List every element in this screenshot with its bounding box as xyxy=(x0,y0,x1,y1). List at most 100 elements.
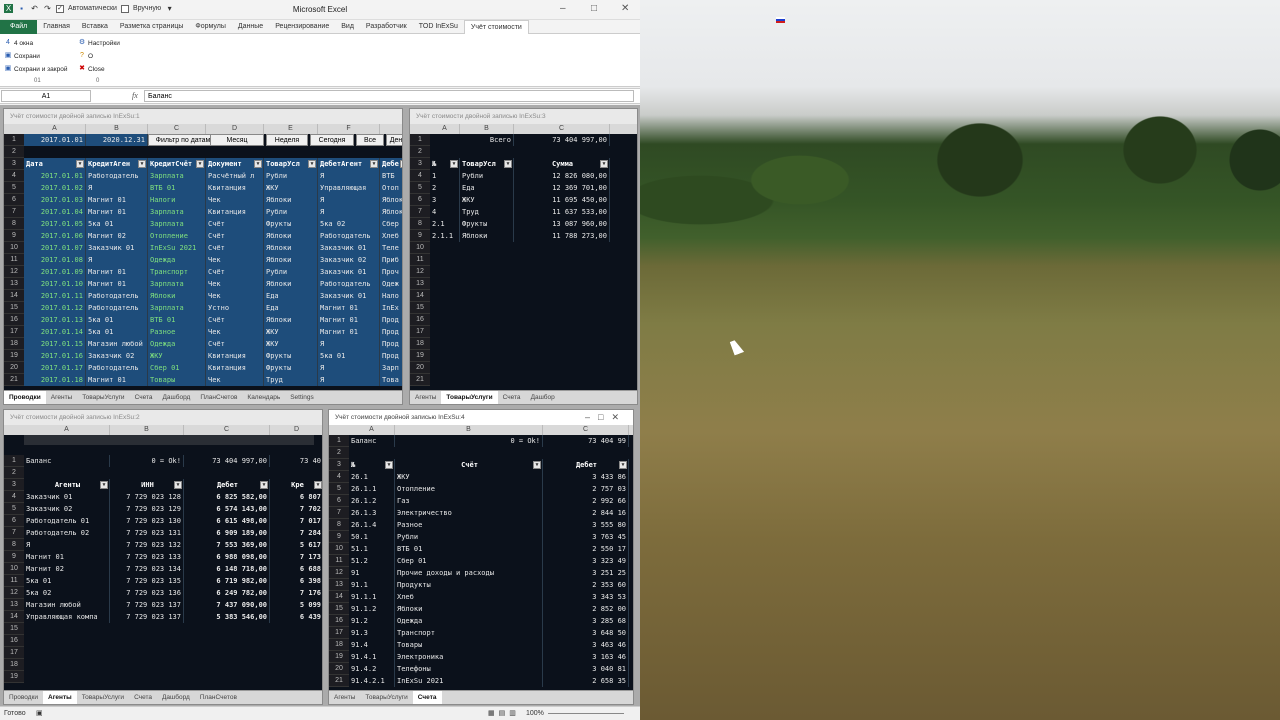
filter-dropdown-icon[interactable]: ▼ xyxy=(370,160,378,168)
zoom-slider[interactable] xyxy=(548,713,624,714)
table-cell[interactable]: 12 826 080,00 xyxy=(514,170,610,182)
window-2-title[interactable]: Учёт стоимости двойной записью InExSu:2 xyxy=(4,410,322,425)
table-row[interactable]: 2017.01.18 Магнит 01 Товары Чек Труд Я Това xyxy=(4,374,402,386)
sheet-tab[interactable]: Агенты xyxy=(329,691,360,704)
table-cell[interactable]: ЖКУ xyxy=(148,350,206,362)
table-cell[interactable]: Чек xyxy=(206,374,264,386)
table-cell[interactable]: Приб xyxy=(380,254,402,266)
table-cell[interactable]: Яблок xyxy=(380,206,402,218)
table-cell[interactable]: 2.1 xyxy=(430,218,460,230)
filter-dropdown-icon[interactable]: ▼ xyxy=(308,160,316,168)
column-title[interactable]: Дата ▼ xyxy=(24,158,86,170)
table-row[interactable]: 2017.01.05 5ка 01 Зарплата Счёт Фрукты 5ка 02… xyxy=(4,218,402,230)
table-cell[interactable]: 4 xyxy=(430,206,460,218)
column-header[interactable]: C xyxy=(514,124,610,134)
table-row[interactable]: 2017.01.17 Работодатель Сбер 01 Квитанция Фр… xyxy=(4,362,402,374)
table-cell[interactable]: Я xyxy=(318,362,380,374)
table-row[interactable]: 91.1.1 Хлеб 3 343 53 xyxy=(329,591,633,603)
row-number[interactable]: 17 xyxy=(4,647,24,659)
table-cell[interactable]: Прод xyxy=(380,338,402,350)
table-cell[interactable]: Заказчик 02 xyxy=(24,503,110,515)
sheet-tab[interactable]: Settings xyxy=(285,391,319,404)
filter-dropdown-icon[interactable]: ▼ xyxy=(196,160,204,168)
table-cell[interactable]: 2017.01.13 xyxy=(24,314,86,326)
ribbon-tab[interactable]: Вставка xyxy=(76,23,114,30)
table-row[interactable]: 50.1 Рубли 3 763 45 xyxy=(329,531,633,543)
table-row[interactable]: 2017.01.04 Магнит 01 Зарплата Квитанция Рубл… xyxy=(4,206,402,218)
filter-dropdown-icon[interactable]: ▼ xyxy=(504,160,512,168)
column-header[interactable]: D xyxy=(206,124,264,134)
table-cell[interactable]: Магнит 01 xyxy=(86,266,148,278)
table-cell[interactable]: Сбер 01 xyxy=(395,555,543,567)
table-cell[interactable]: Телефоны xyxy=(395,663,543,675)
table-cell[interactable]: 13 087 960,00 xyxy=(514,218,610,230)
filter-dropdown-icon[interactable]: ▼ xyxy=(138,160,146,168)
table-cell[interactable]: Работодатель xyxy=(86,362,148,374)
table-cell[interactable]: Отопление xyxy=(148,230,206,242)
table-cell[interactable]: 11 637 533,00 xyxy=(514,206,610,218)
table-cell[interactable]: 3 433 86 xyxy=(543,471,629,483)
table-cell[interactable]: Расчётный л xyxy=(206,170,264,182)
column-title[interactable]: Дебет ▼ xyxy=(543,459,629,471)
table-row[interactable]: 2017.01.07 Заказчик 01 InExSu 2021 Счёт Ябло… xyxy=(4,242,402,254)
balance-cell[interactable]: 73 404 997,00 xyxy=(184,455,270,467)
table-cell[interactable]: Продукты xyxy=(395,579,543,591)
window-4-grid[interactable]: A B C 1 2 3 4 5 6 7 8 9 10 11 12 13 14 15 16 17 18 19 20 21 Бала… xyxy=(329,425,633,690)
table-cell[interactable]: Квитанция xyxy=(206,350,264,362)
sheet-tab[interactable]: Агенты xyxy=(410,391,441,404)
table-cell[interactable]: 91.1 xyxy=(349,579,395,591)
table-cell[interactable]: 50.1 xyxy=(349,531,395,543)
table-cell[interactable]: 3 463 46 xyxy=(543,639,629,651)
table-row[interactable]: 91.1 Продукты 2 353 60 xyxy=(329,579,633,591)
row-number[interactable]: 2 xyxy=(410,146,430,158)
column-title[interactable]: КредитАген ▼ xyxy=(86,158,148,170)
table-cell[interactable]: Магнит 01 xyxy=(86,278,148,290)
ribbon-tab[interactable]: Рецензирование xyxy=(269,23,335,30)
table-cell[interactable]: Я xyxy=(86,254,148,266)
about-button[interactable]: ? О xyxy=(78,50,120,63)
table-cell[interactable]: Зарплата xyxy=(148,206,206,218)
table-cell[interactable]: Яблоки xyxy=(148,290,206,302)
table-cell[interactable]: Яблоки xyxy=(264,194,318,206)
save-close-button[interactable]: ▣ Сохрани и закрой xyxy=(4,63,68,76)
filter-dropdown-icon[interactable]: ▼ xyxy=(533,461,541,469)
table-row[interactable]: 2017.01.03 Магнит 01 Налоги Чек Яблоки Я Яблок xyxy=(4,194,402,206)
table-cell[interactable]: Счёт xyxy=(206,314,264,326)
table-cell[interactable]: 5 383 546,00 xyxy=(184,611,270,623)
table-row[interactable]: 26.1.4 Разное 3 555 80 xyxy=(329,519,633,531)
filter-button[interactable]: Сегодня xyxy=(310,134,354,146)
row-number[interactable]: 21 xyxy=(410,374,430,386)
balance-cell[interactable]: Баланс xyxy=(24,455,110,467)
table-cell[interactable]: Я xyxy=(318,374,380,386)
column-title[interactable]: Дебе▼ xyxy=(380,158,402,170)
sheet-tab[interactable]: ПланСчетов xyxy=(195,391,242,404)
table-cell[interactable]: Хлеб xyxy=(380,230,402,242)
table-cell[interactable]: InExSu 2021 xyxy=(395,675,543,687)
table-row[interactable]: Магнит 02 7 729 023 134 6 148 718,00 6 688 xyxy=(4,563,322,575)
table-row[interactable]: 2017.01.02 Я ВТБ 01 Квитанция ЖКУ Управляющая… xyxy=(4,182,402,194)
table-cell[interactable]: Магнит 01 xyxy=(24,551,110,563)
table-cell[interactable]: 3 251 25 xyxy=(543,567,629,579)
table-row[interactable]: Работодатель 01 7 729 023 130 6 615 498,00… xyxy=(4,515,322,527)
table-row[interactable]: 1 Рубли 12 826 080,00 xyxy=(410,170,637,182)
table-row[interactable]: 2017.01.12 Работодатель Зарплата Устно Еда Ма… xyxy=(4,302,402,314)
table-cell[interactable]: Теле xyxy=(380,242,402,254)
table-cell[interactable]: 2017.01.08 xyxy=(24,254,86,266)
column-title[interactable]: Кре ▼ xyxy=(270,479,322,491)
sheet-tab[interactable]: Календарь xyxy=(242,391,285,404)
table-cell[interactable]: Транспорт xyxy=(148,266,206,278)
table-cell[interactable]: Магнит 02 xyxy=(86,230,148,242)
table-row[interactable]: 2017.01.09 Магнит 01 Транспорт Счёт Рубли Зак… xyxy=(4,266,402,278)
table-cell[interactable]: Работодатель xyxy=(86,302,148,314)
table-cell[interactable]: 2017.01.06 xyxy=(24,230,86,242)
table-row[interactable]: 91.4.1 Электроника 3 163 46 xyxy=(329,651,633,663)
table-cell[interactable]: Чек xyxy=(206,326,264,338)
table-cell[interactable]: 3 040 81 xyxy=(543,663,629,675)
row-number[interactable]: 15 xyxy=(4,623,24,635)
table-cell[interactable]: 7 729 023 128 xyxy=(110,491,184,503)
table-cell[interactable]: 26.1.4 xyxy=(349,519,395,531)
column-header[interactable]: A xyxy=(349,425,395,435)
table-row[interactable]: 2017.01.01 Работодатель Зарплата Расчётный … xyxy=(4,170,402,182)
table-cell[interactable]: Счёт xyxy=(206,218,264,230)
table-cell[interactable]: 2017.01.17 xyxy=(24,362,86,374)
